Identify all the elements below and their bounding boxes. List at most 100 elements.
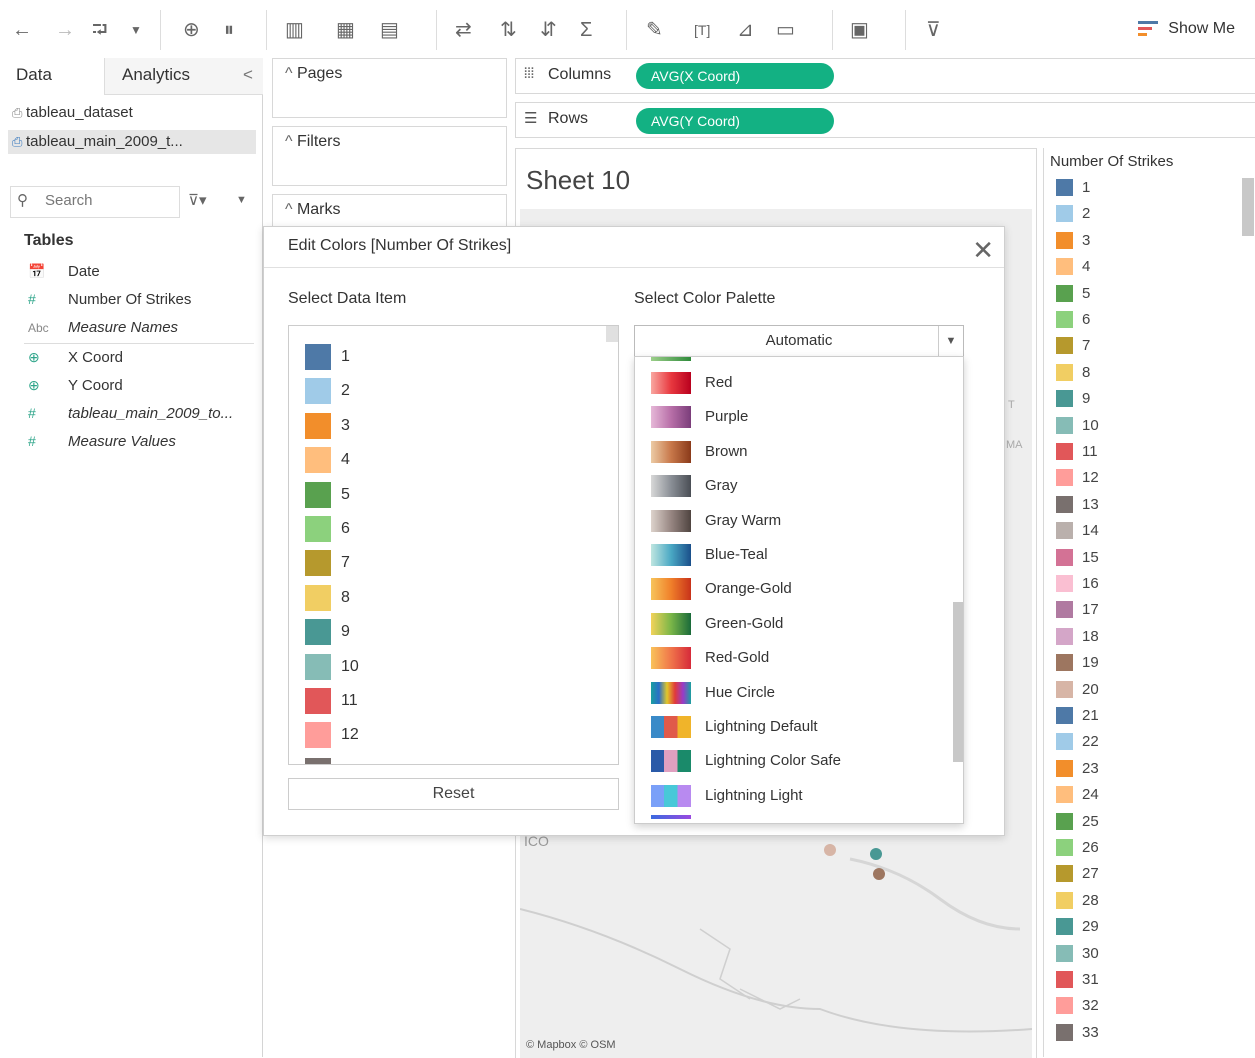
field-tableau-main-count[interactable]: # tableau_main_2009_to... <box>28 405 233 422</box>
show-me-button[interactable]: Show Me <box>1138 20 1235 38</box>
data-item[interactable]: 2 <box>305 378 350 408</box>
columns-shelf[interactable]: ⦙⦙⦙ Columns AVG(X Coord) <box>515 58 1255 94</box>
palette-dropdown[interactable]: Automatic ▼ <box>634 325 964 357</box>
legend-item[interactable]: 21 <box>1056 707 1099 729</box>
map-mark[interactable] <box>824 844 836 856</box>
dropdown-icon[interactable]: ▼ <box>130 18 142 42</box>
rows-shelf[interactable]: ☰ Rows AVG(Y Coord) <box>515 102 1255 138</box>
data-item[interactable]: 11 <box>305 688 358 718</box>
field-x-coord[interactable]: ⊕ X Coord <box>28 349 123 366</box>
legend-item[interactable]: 1 <box>1056 179 1090 201</box>
palette-option[interactable]: Purple <box>651 405 748 435</box>
field-date[interactable]: 📅 Date <box>28 263 100 280</box>
palette-option[interactable]: Brown <box>651 440 748 470</box>
palette-option[interactable]: Red-Gold <box>651 646 769 676</box>
filter-icon[interactable]: ⊽▾ <box>188 191 207 209</box>
search-input[interactable]: ⚲ Search <box>10 186 180 218</box>
field-number-of-strikes[interactable]: # Number Of Strikes <box>28 291 191 308</box>
map-attribution[interactable]: © Mapbox © OSM <box>526 1039 616 1051</box>
legend-item[interactable]: 16 <box>1056 575 1099 597</box>
reset-button[interactable]: Reset <box>288 778 619 810</box>
data-item[interactable]: 10 <box>305 653 359 684</box>
rows-pill[interactable]: AVG(Y Coord) <box>636 108 834 134</box>
palette-option[interactable]: Green-Gold <box>651 612 783 642</box>
sort-desc-icon[interactable]: ⇵ <box>540 18 557 42</box>
field-y-coord[interactable]: ⊕ Y Coord <box>28 377 123 394</box>
new-datasource-icon[interactable]: ⊕ <box>183 18 200 42</box>
fit-icon[interactable]: ▭ <box>776 18 795 42</box>
legend-item[interactable]: 22 <box>1056 733 1099 755</box>
text-icon[interactable]: [T] <box>694 18 710 42</box>
palette-option[interactable]: Hue Circle <box>651 681 775 711</box>
legend-item[interactable]: 5 <box>1056 284 1090 307</box>
columns-pill[interactable]: AVG(X Coord) <box>636 63 834 89</box>
legend-scrollbar[interactable] <box>1242 178 1254 236</box>
collapse-icon[interactable]: ^ <box>285 201 297 218</box>
highlight-icon[interactable]: ✎ <box>646 18 663 42</box>
data-item[interactable]: 7 <box>305 550 350 580</box>
legend-item[interactable]: 8 <box>1056 363 1090 386</box>
palette-option[interactable]: Gray Warm <box>651 509 781 539</box>
legend-item[interactable]: 15 <box>1056 548 1099 571</box>
data-item[interactable]: 12 <box>305 722 359 752</box>
legend-item[interactable]: 24 <box>1056 786 1099 808</box>
presentation-icon[interactable]: ⊽ <box>926 18 941 42</box>
legend-item[interactable]: 6 <box>1056 311 1090 333</box>
legend-item[interactable]: 29 <box>1056 918 1099 940</box>
palette-option[interactable]: Orange-Gold <box>651 577 792 607</box>
palette-scrollbar[interactable] <box>953 602 963 762</box>
legend-item[interactable]: 12 <box>1056 469 1099 491</box>
sort-asc-icon[interactable]: ⇅ <box>500 18 517 42</box>
palette-option[interactable]: Gray <box>651 474 738 504</box>
new-sheet-icon[interactable]: ▥ <box>285 18 304 42</box>
data-item[interactable]: 4 <box>305 447 350 477</box>
legend-item[interactable]: 18 <box>1056 627 1099 650</box>
duplicate-icon[interactable]: ▦ <box>336 18 355 42</box>
legend-item[interactable]: 30 <box>1056 944 1099 967</box>
collapse-icon[interactable]: ^ <box>285 133 297 150</box>
pages-shelf[interactable]: ^ Pages <box>272 58 507 118</box>
pause-icon[interactable]: ⏸ <box>224 18 234 42</box>
annotate-icon[interactable]: ⊿ <box>737 18 754 42</box>
legend-item[interactable]: 2 <box>1056 205 1090 227</box>
legend-item[interactable]: 10 <box>1056 416 1099 439</box>
sum-icon[interactable]: Σ <box>580 18 592 42</box>
field-measure-names[interactable]: Abc Measure Names <box>28 319 178 336</box>
swap-icon[interactable]: ⇄ <box>455 18 472 42</box>
legend-item[interactable]: 31 <box>1056 971 1099 993</box>
legend-item[interactable]: 23 <box>1056 759 1099 782</box>
tab-data[interactable]: Data <box>16 58 52 94</box>
legend-item[interactable]: 7 <box>1056 337 1090 359</box>
color-legend[interactable]: Number Of Strikes 1 2 3 4 5 6 7 8 9 10 11 12 13 14 15 1… <box>1043 148 1255 1057</box>
legend-item[interactable]: 19 <box>1056 654 1099 676</box>
palette-option[interactable]: Red <box>651 371 733 401</box>
collapse-pane-icon[interactable]: < <box>243 58 253 94</box>
item-list-scrollbar[interactable] <box>606 326 618 342</box>
legend-item[interactable]: 13 <box>1056 495 1099 518</box>
data-item-list[interactable]: 1 2 3 4 5 6 7 8 9 10 11 12 <box>288 325 619 765</box>
legend-item[interactable]: 4 <box>1056 258 1090 280</box>
close-icon[interactable]: ✕ <box>972 235 994 266</box>
legend-item[interactable]: 3 <box>1056 231 1090 254</box>
tab-analytics[interactable]: Analytics <box>122 58 190 94</box>
map-mark[interactable] <box>870 848 882 860</box>
legend-item[interactable]: 25 <box>1056 812 1099 835</box>
legend-item[interactable]: 32 <box>1056 997 1099 1019</box>
map-mark[interactable] <box>873 868 885 880</box>
collapse-icon[interactable]: ^ <box>285 65 297 82</box>
palette-option[interactable]: Lightning Default <box>651 715 818 745</box>
datasource-item-selected[interactable]: ⎙ tableau_main_2009_t... <box>8 130 256 154</box>
legend-item[interactable]: 20 <box>1056 680 1099 703</box>
legend-item[interactable]: 11 <box>1056 443 1098 465</box>
back-icon[interactable]: ← <box>12 18 32 42</box>
legend-item[interactable]: 17 <box>1056 601 1099 623</box>
palette-option[interactable]: Lightning Light <box>651 784 803 814</box>
data-item[interactable]: 1 <box>305 344 350 374</box>
menu-dropdown-icon[interactable]: ▼ <box>236 194 247 206</box>
data-item[interactable]: 8 <box>305 584 350 615</box>
palette-options-list[interactable]: Red Purple Brown Gray Gray Warm Blue-Teal Oran… <box>634 356 964 824</box>
clear-icon[interactable]: ▤ <box>380 18 399 42</box>
palette-option[interactable]: Blue-Teal <box>651 543 768 573</box>
data-item[interactable]: 3 <box>305 412 350 443</box>
datasource-item[interactable]: ⎙ tableau_dataset <box>12 104 133 121</box>
